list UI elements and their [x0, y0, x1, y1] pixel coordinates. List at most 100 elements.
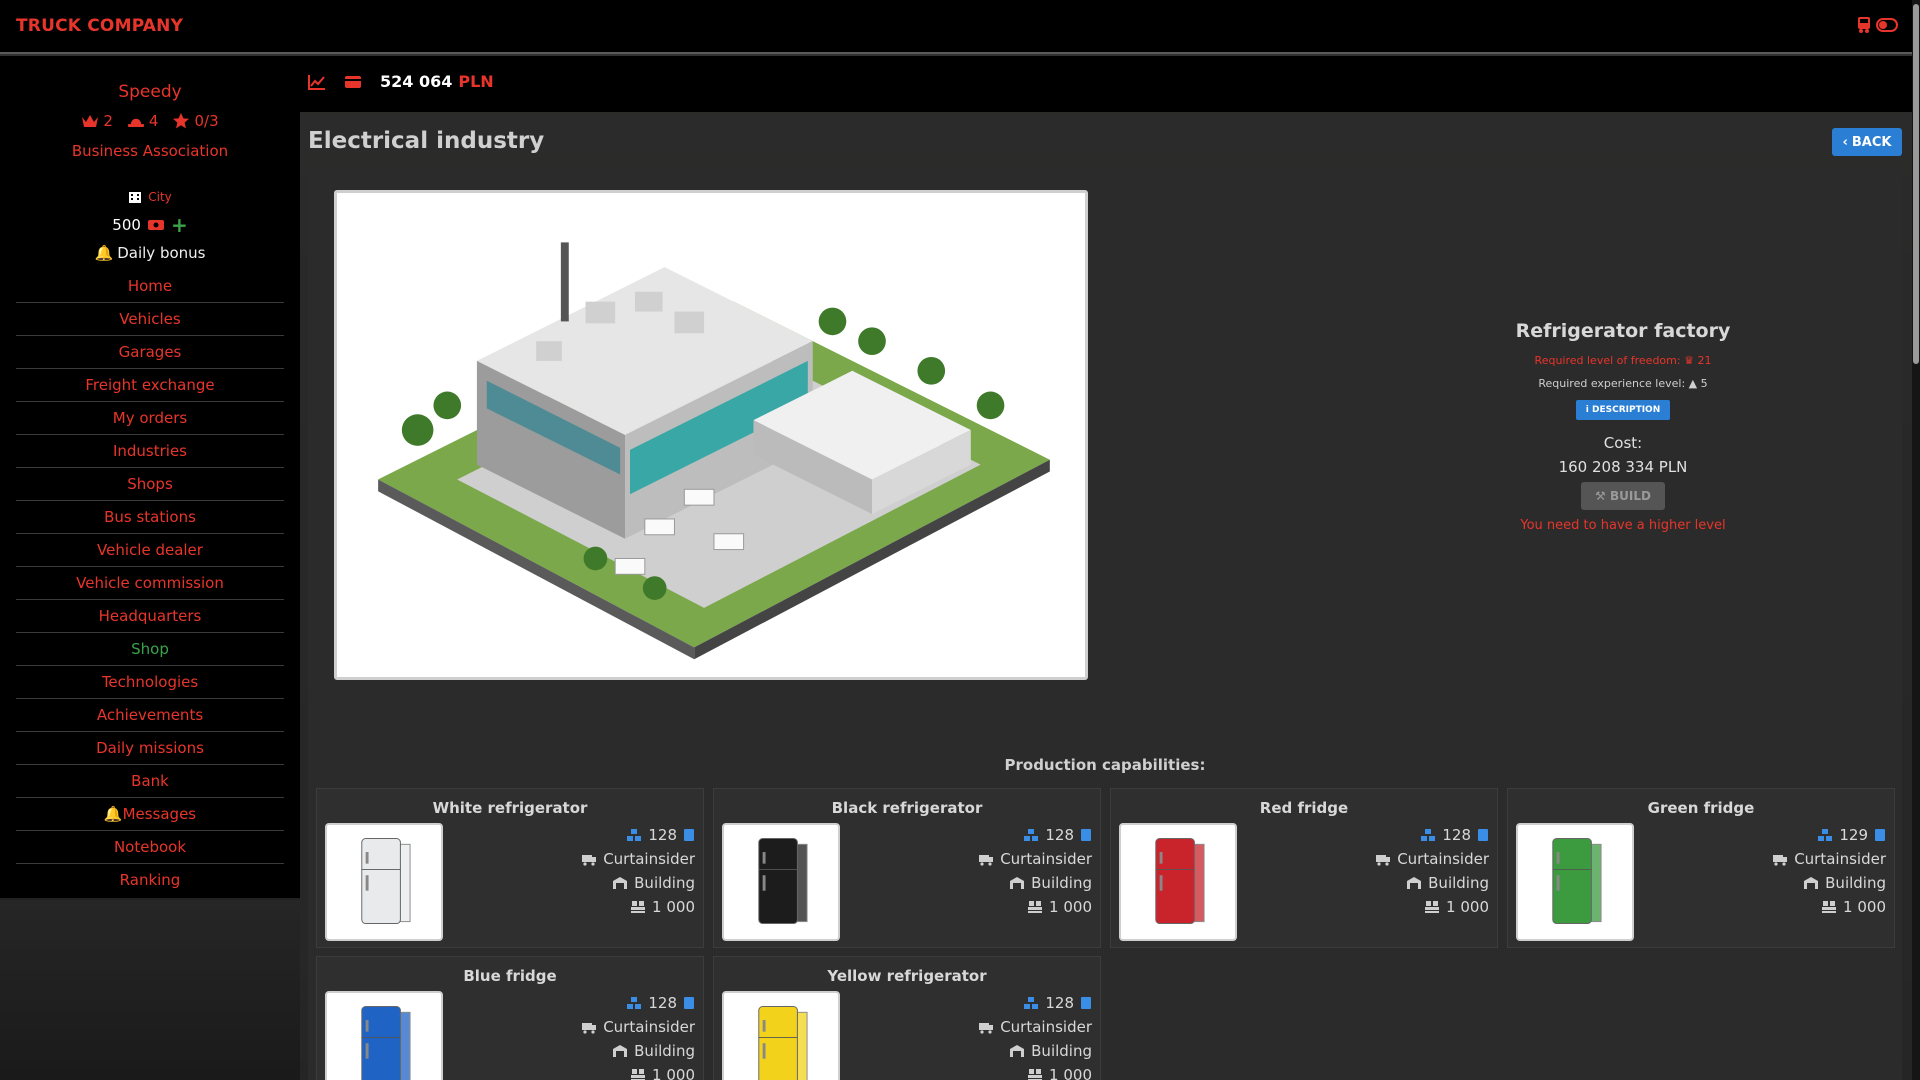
trailer-type: Curtainsider — [603, 850, 695, 868]
trailer-icon — [979, 855, 994, 866]
category-row: Building — [1772, 871, 1886, 895]
product-image — [325, 823, 443, 941]
product-card[interactable]: Green fridge 129 Curtainsider Building 1 000 — [1507, 788, 1895, 948]
city-info[interactable]: City — [0, 190, 300, 204]
category-row: Building — [978, 1039, 1092, 1063]
content-area: Refrigerator factory Required level of f… — [308, 168, 1902, 1080]
back-button-label: BACK — [1851, 134, 1892, 150]
product-stats: 128 Curtainsider Building 1 000 — [978, 823, 1092, 919]
brand-logo[interactable]: TRUCK COMPANY — [16, 16, 183, 36]
stock-row: 129 — [1772, 823, 1886, 847]
level-warning: You need to have a higher level — [1520, 518, 1726, 533]
nav-messages[interactable]: 🔔Messages — [16, 798, 284, 831]
volume-row: 1 000 — [978, 1063, 1092, 1080]
nav-industries[interactable]: Industries — [16, 435, 284, 468]
category-row: Building — [1375, 871, 1489, 895]
product-image — [722, 991, 840, 1080]
association-link[interactable]: Business Association — [0, 142, 300, 160]
build-button[interactable]: ⚒ BUILD — [1581, 482, 1665, 510]
warehouse-icon — [1407, 877, 1422, 889]
warehouse-icon — [1010, 1045, 1025, 1057]
user-name[interactable]: Speedy — [0, 82, 300, 102]
product-card[interactable]: Black refrigerator 128 Curtainsider Buildin… — [713, 788, 1101, 948]
fridge-illustration — [1155, 838, 1205, 925]
experience-level: 4 — [127, 112, 158, 130]
stock-row: 128 — [1375, 823, 1489, 847]
trailer-type: Curtainsider — [1000, 850, 1092, 868]
trailer-type: Curtainsider — [1794, 850, 1886, 868]
nav-notebook[interactable]: Notebook — [16, 831, 284, 864]
wallet-icon[interactable] — [344, 74, 362, 90]
toggle-icon[interactable] — [1876, 16, 1898, 34]
nav-shops[interactable]: Shops — [16, 468, 284, 501]
nav-freight-exchange[interactable]: Freight exchange — [16, 369, 284, 402]
trailer-type: Curtainsider — [603, 1018, 695, 1036]
volume: 1 000 — [652, 1066, 695, 1080]
fridge-door — [399, 1011, 411, 1080]
daily-bonus-link[interactable]: 🔔 Daily bonus — [0, 244, 300, 262]
coins-value: 500 — [112, 216, 141, 234]
volume-row: 1 000 — [581, 1063, 695, 1080]
product-name: Black refrigerator — [831, 799, 983, 817]
stock-count: 128 — [1045, 826, 1074, 844]
nav-garages[interactable]: Garages — [16, 336, 284, 369]
volume: 1 000 — [652, 898, 695, 916]
fridge-door — [796, 1011, 808, 1080]
volume: 1 000 — [1049, 898, 1092, 916]
building-icon — [129, 192, 142, 203]
nav-vehicles[interactable]: Vehicles — [16, 303, 284, 336]
category-row: Building — [978, 871, 1092, 895]
scrollbar[interactable] — [1912, 0, 1920, 1080]
category: Building — [1031, 1042, 1092, 1060]
stars-value: 0/3 — [194, 112, 219, 130]
stock-row: 128 — [978, 991, 1092, 1015]
clipboard-icon — [1478, 829, 1488, 841]
stock-count: 128 — [648, 826, 677, 844]
nav-daily-missions[interactable]: Daily missions — [16, 732, 284, 765]
trailer-row: Curtainsider — [581, 1015, 695, 1039]
nav-headquarters[interactable]: Headquarters — [16, 600, 284, 633]
boxes-icon — [1818, 829, 1833, 841]
truck-front-icon[interactable] — [1856, 16, 1872, 34]
boxes-icon — [627, 997, 642, 1009]
category: Building — [1825, 874, 1886, 892]
pallet-icon — [1028, 901, 1043, 913]
nav-technologies[interactable]: Technologies — [16, 666, 284, 699]
stock-count: 128 — [1442, 826, 1471, 844]
required-freedom: Required level of freedom: ♛ 21 — [1473, 354, 1773, 367]
nav-bus-stations[interactable]: Bus stations — [16, 501, 284, 534]
fridge-illustration — [1552, 838, 1602, 925]
nav-shop[interactable]: Shop — [16, 633, 284, 666]
money-currency: PLN — [458, 72, 494, 91]
product-card[interactable]: Red fridge 128 Curtainsider Building 1 000 — [1110, 788, 1498, 948]
city-label: City — [148, 190, 172, 204]
required-freedom-label: Required level of freedom: — [1534, 354, 1681, 367]
stock-count: 128 — [648, 994, 677, 1012]
product-image — [1119, 823, 1237, 941]
volume: 1 000 — [1049, 1066, 1092, 1080]
nav-home[interactable]: Home — [16, 270, 284, 303]
clipboard-icon — [1875, 829, 1885, 841]
fridge-door — [399, 843, 411, 923]
product-card[interactable]: Blue fridge 128 Curtainsider Building 1 000 — [316, 956, 704, 1080]
factory-name: Refrigerator factory — [1515, 320, 1731, 342]
bell-icon: 🔔 — [94, 244, 114, 262]
product-card[interactable]: Yellow refrigerator 128 Curtainsider Buildi… — [713, 956, 1101, 1080]
nav-vehicle-dealer[interactable]: Vehicle dealer — [16, 534, 284, 567]
add-coins-button[interactable]: + — [171, 215, 188, 235]
required-experience: Required experience level: ▲ 5 — [1473, 377, 1773, 390]
nav-my-orders[interactable]: My orders — [16, 402, 284, 435]
trailer-icon — [1376, 855, 1391, 866]
product-card[interactable]: White refrigerator 128 Curtainsider Buildin… — [316, 788, 704, 948]
production-title: Production capabilities: — [1004, 756, 1206, 774]
back-button[interactable]: ‹ BACK — [1832, 128, 1902, 156]
nav-vehicle-commission[interactable]: Vehicle commission — [16, 567, 284, 600]
description-button[interactable]: i DESCRIPTION — [1576, 400, 1670, 420]
pallet-icon — [1822, 901, 1837, 913]
scrollbar-thumb[interactable] — [1913, 4, 1919, 364]
page-title: Electrical industry — [308, 128, 545, 154]
chart-icon[interactable] — [308, 74, 326, 90]
nav-bank[interactable]: Bank — [16, 765, 284, 798]
nav-ranking[interactable]: Ranking — [16, 864, 284, 897]
nav-achievements[interactable]: Achievements — [16, 699, 284, 732]
